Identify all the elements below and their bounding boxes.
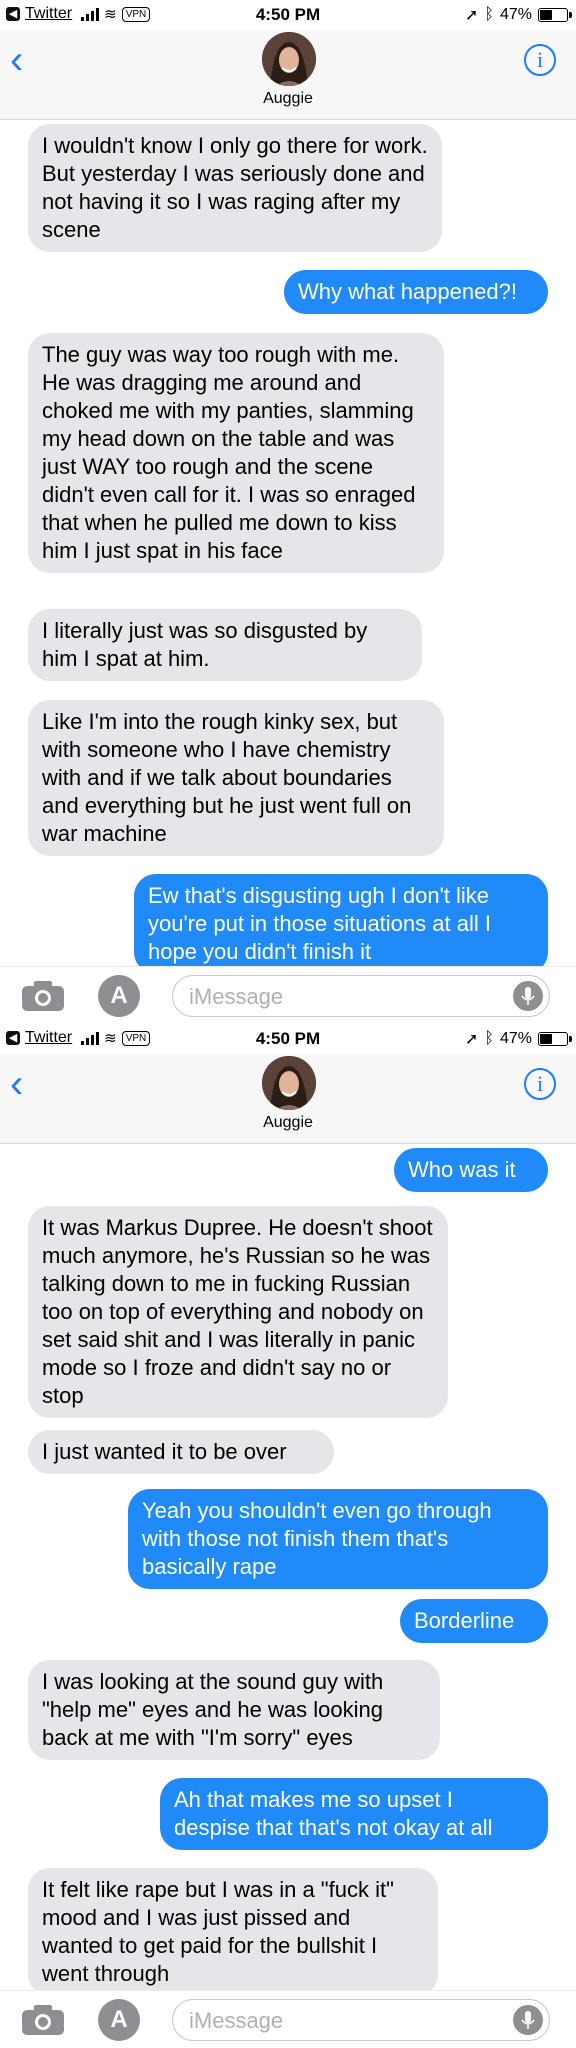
- bluetooth-icon: ᛒ: [484, 6, 494, 23]
- info-icon[interactable]: i: [524, 44, 556, 76]
- message-sent[interactable]: Why what happened?!: [284, 270, 548, 314]
- contact-name[interactable]: Auggie: [0, 1114, 576, 1132]
- battery-percent: 47%: [499, 1030, 532, 1047]
- avatar[interactable]: [262, 32, 316, 86]
- camera-icon[interactable]: [20, 979, 66, 1013]
- avatar-photo: [262, 1056, 316, 1110]
- message-received[interactable]: Like I'm into the rough kinky sex, but w…: [28, 700, 444, 856]
- status-right: ➚ ᛒ 47%: [464, 1029, 572, 1049]
- location-icon: ➚: [464, 7, 479, 24]
- message-received[interactable]: It was Markus Dupree. He doesn't shoot m…: [28, 1206, 448, 1418]
- message-sent[interactable]: Borderline: [400, 1599, 548, 1643]
- status-right: ➚ ᛒ 47%: [464, 5, 572, 25]
- microphone-icon[interactable]: [513, 981, 543, 1011]
- microphone-icon[interactable]: [513, 2005, 543, 2035]
- message-received[interactable]: I was looking at the sound guy with "hel…: [28, 1660, 440, 1760]
- message-received[interactable]: I literally just was so disgusted by him…: [28, 609, 422, 681]
- message-input-placeholder: iMessage: [189, 2008, 284, 2033]
- message-input[interactable]: iMessage: [172, 1999, 550, 2041]
- message-received[interactable]: The guy was way too rough with me. He wa…: [28, 333, 444, 573]
- conversation-header: ‹ Auggie i: [0, 30, 576, 120]
- app-store-icon[interactable]: A: [98, 975, 140, 1017]
- avatar-photo: [262, 32, 316, 86]
- battery-level: [540, 10, 552, 20]
- message-received[interactable]: It felt like rape but I was in a "fuck i…: [28, 1868, 438, 1996]
- message-sent[interactable]: Who was it: [394, 1148, 548, 1192]
- status-bar: ◀ Twitter ≋ VPN 4:50 PM ➚ ᛒ 47%: [0, 1024, 576, 1054]
- app-store-icon[interactable]: A: [98, 1999, 140, 2041]
- message-received[interactable]: I just wanted it to be over: [28, 1430, 334, 1474]
- contact-name[interactable]: Auggie: [0, 90, 576, 108]
- message-sent[interactable]: Yeah you shouldn't even go through with …: [128, 1489, 548, 1589]
- battery-percent: 47%: [499, 6, 532, 23]
- message-sent[interactable]: Ew that's disgusting ugh I don't like yo…: [134, 874, 548, 974]
- message-input[interactable]: iMessage: [172, 975, 550, 1017]
- compose-bar: A iMessage: [0, 1990, 576, 2048]
- status-bar: ◀ Twitter ≋ VPN 4:50 PM ➚ ᛒ 47%: [0, 0, 576, 30]
- screenshot-2: ◀ Twitter ≋ VPN 4:50 PM ➚ ᛒ 47% ‹ Auggie…: [0, 1024, 576, 2048]
- info-icon[interactable]: i: [524, 1068, 556, 1100]
- message-received[interactable]: I wouldn't know I only go there for work…: [28, 124, 442, 252]
- camera-icon[interactable]: [20, 2003, 66, 2037]
- bluetooth-icon: ᛒ: [484, 1030, 494, 1047]
- compose-bar: A iMessage: [0, 966, 576, 1024]
- chevron-left-icon[interactable]: ‹: [10, 1064, 44, 1104]
- conversation-header: ‹ Auggie i: [0, 1054, 576, 1144]
- battery-icon: [538, 8, 572, 22]
- message-sent[interactable]: Ah that makes me so upset I despise that…: [160, 1778, 548, 1850]
- screenshot-1: ◀ Twitter ≋ VPN 4:50 PM ➚ ᛒ 47% ‹ Auggie…: [0, 0, 576, 1024]
- battery-icon: [538, 1032, 572, 1046]
- message-input-placeholder: iMessage: [189, 984, 284, 1009]
- chevron-left-icon[interactable]: ‹: [10, 40, 44, 80]
- avatar[interactable]: [262, 1056, 316, 1110]
- battery-level: [540, 1034, 552, 1044]
- location-icon: ➚: [464, 1031, 479, 1048]
